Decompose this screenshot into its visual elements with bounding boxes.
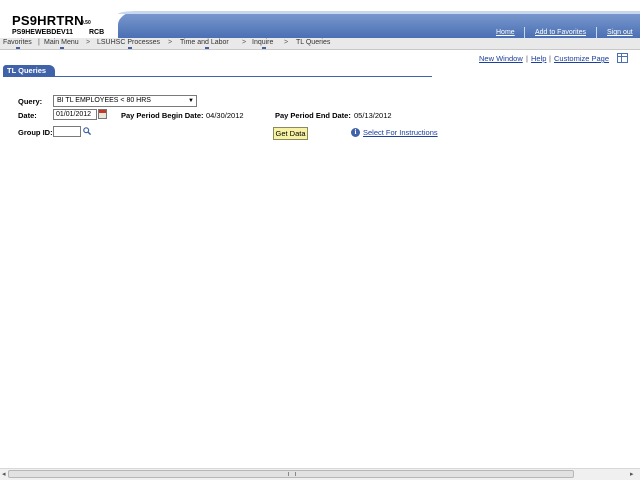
scrollbar-grip <box>288 472 296 476</box>
calendar-icon[interactable] <box>98 109 107 119</box>
grid-icon[interactable] <box>617 53 628 63</box>
app-version: 9.50 <box>81 20 91 26</box>
nav-separator: > <box>168 39 173 46</box>
date-label: Date: <box>18 111 37 120</box>
app-name: PS9HRTRN <box>12 13 84 28</box>
query-label: Query: <box>18 97 43 106</box>
pay-period-end-value: 05/13/2012 <box>354 111 392 120</box>
nav-main-menu[interactable]: Main Menu <box>44 39 79 46</box>
nav-separator: > <box>242 39 247 46</box>
chevron-down-icon <box>16 47 20 49</box>
query-select[interactable]: BI TL EMPLOYEES < 80 HRS <box>53 95 197 107</box>
add-to-favorites-link[interactable]: Add to Favorites <box>535 29 586 36</box>
link-divider: | <box>549 54 551 63</box>
group-id-field[interactable] <box>53 126 81 137</box>
date-field[interactable]: 01/01/2012 <box>53 109 97 120</box>
chevron-down-icon <box>128 47 132 49</box>
link-divider: | <box>526 54 528 63</box>
info-icon: i <box>351 128 360 137</box>
sign-out-link[interactable]: Sign out <box>607 29 633 36</box>
select-for-instructions-link[interactable]: Select For Instructions <box>363 128 438 137</box>
nav-time-and-labor[interactable]: Time and Labor <box>180 39 229 46</box>
chevron-down-icon <box>60 47 64 49</box>
nav-favorites[interactable]: Favorites <box>3 39 32 46</box>
nav-lsuhsc-processes[interactable]: LSUHSC Processes <box>97 39 160 46</box>
tab-tl-queries[interactable]: TL Queries <box>3 65 55 76</box>
magnifier-icon[interactable] <box>83 127 91 135</box>
chevron-down-icon[interactable]: ▼ <box>188 96 194 106</box>
home-link[interactable]: Home <box>496 29 515 36</box>
nav-divider: | <box>38 39 40 46</box>
group-id-label: Group ID: <box>18 128 53 137</box>
header-divider <box>596 27 597 38</box>
header-divider <box>524 27 525 38</box>
nav-tl-queries: TL Queries <box>296 39 331 46</box>
customize-page-link[interactable]: Customize Page <box>554 54 609 63</box>
scroll-left-arrow-icon[interactable]: ◂ <box>2 470 6 478</box>
chevron-down-icon <box>205 47 209 49</box>
nav-separator: > <box>86 39 91 46</box>
user-id: RCB <box>89 29 105 36</box>
tab-underline <box>3 76 432 77</box>
scroll-right-arrow-icon[interactable]: ▸ <box>630 470 634 478</box>
database-name: PS9HEWEBDEV11 <box>12 29 74 36</box>
pay-period-begin-label: Pay Period Begin Date: <box>121 111 204 120</box>
nav-inquire[interactable]: Inquire <box>252 39 273 46</box>
chevron-down-icon <box>262 47 266 49</box>
help-link[interactable]: Help <box>531 54 546 63</box>
header-stripe <box>118 11 640 14</box>
new-window-link[interactable]: New Window <box>479 54 523 63</box>
pay-period-end-label: Pay Period End Date: <box>275 111 351 120</box>
pay-period-begin-value: 04/30/2012 <box>206 111 244 120</box>
get-data-button[interactable]: Get Data <box>273 127 308 140</box>
nav-separator: > <box>284 39 289 46</box>
